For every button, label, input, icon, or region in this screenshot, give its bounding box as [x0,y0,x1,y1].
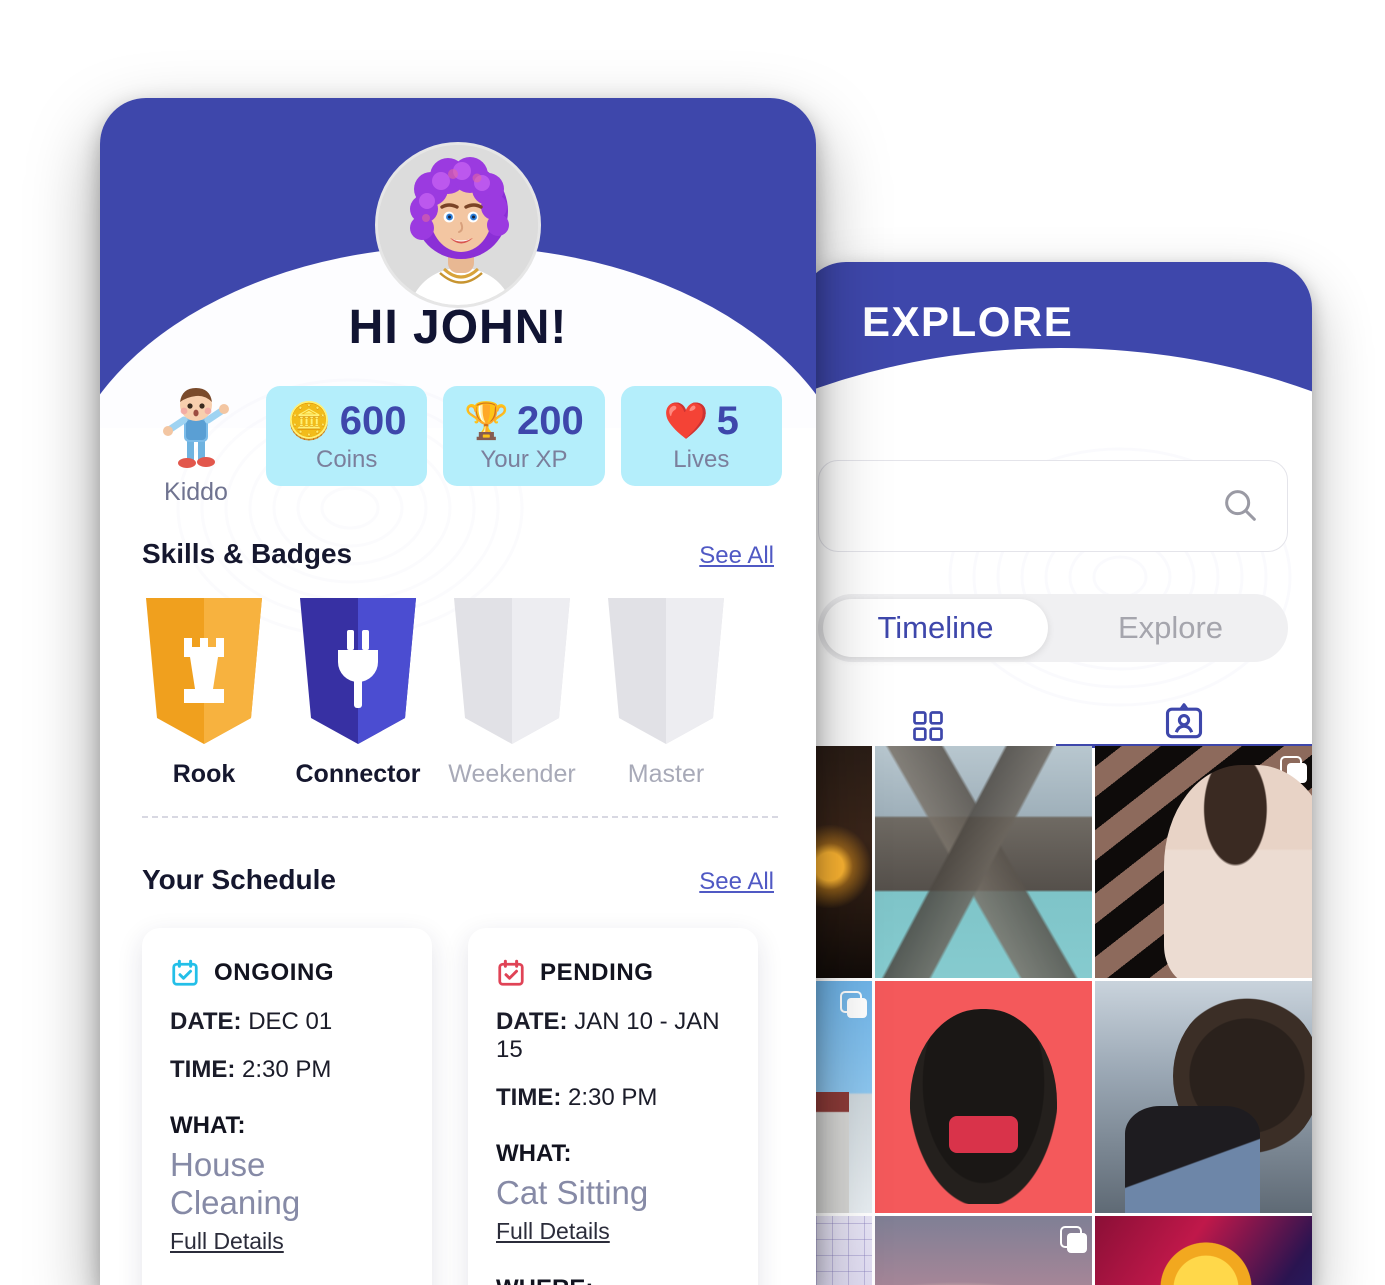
xp-label: Your XP [480,445,568,473]
calendar-check-icon [172,959,198,986]
tab-grid[interactable] [800,682,1056,748]
badge-connector[interactable]: Connector [295,598,421,789]
page-title: HI JOHN! [348,301,568,354]
date-label: DATE: [170,1008,242,1035]
what-label: WHAT: [170,1112,246,1139]
search-icon[interactable] [1221,486,1261,526]
time-label: TIME: [496,1084,562,1111]
status-row: ONGOING [170,958,404,988]
heart-icon: ❤️ [663,400,709,441]
grid-icon[interactable] [910,708,946,744]
multi-photo-icon [1280,756,1307,783]
kiddo-icon [163,388,229,468]
id-card-person-icon[interactable] [1162,700,1206,744]
photo-grid[interactable] [800,746,1312,1285]
schedule-title: Your Schedule [142,864,336,895]
photo-tile[interactable] [875,981,1092,1213]
schedule-cards: ONGOING DATE: DEC 01 TIME: 2:30 PM WHAT:… [142,928,792,1285]
time-value: 2:30 PM [242,1056,332,1083]
badge-shape [142,598,266,744]
avatar[interactable] [375,142,541,308]
time-row: TIME: 2:30 PM [496,1084,730,1112]
coins-label: Coins [315,445,378,473]
badge-master[interactable]: Master [604,598,728,789]
stat-card-xp[interactable]: 🏆 200 Your XP [443,386,605,486]
avatar-illustration [378,145,538,305]
full-details-link[interactable]: Full Details [496,1218,730,1245]
what-label: WHAT: [496,1140,572,1167]
status-badge: ONGOING [214,959,335,986]
xp-value: 200 [517,398,584,443]
stat-card-lives[interactable]: ❤️ 5 Lives [620,386,782,486]
lives-label: Lives [673,445,730,473]
badge-rook[interactable]: Rook [142,598,266,789]
kiddo-avatar[interactable]: Kiddo [142,386,250,507]
profile-phone: HI JOHN! Kiddo 🪙 600 Coins 🏆 200 Your XP… [100,98,816,1285]
screenshot-stage: EXPLORE Timeline Explore HI JOHN! Kiddo … [0,0,1385,1285]
badge-weekender[interactable]: Weekender [448,598,576,789]
coins-value: 600 [339,398,407,443]
photo-tile[interactable] [1095,746,1312,978]
lives-value: 5 [716,398,739,443]
time-row: TIME: 2:30 PM [170,1056,404,1084]
badges-list: Rook Connector Weekender Master [142,598,782,789]
explore-header: EXPLORE [800,262,1312,487]
schedule-card-pending[interactable]: PENDING DATE: JAN 10 - JAN 15 TIME: 2:30… [468,928,758,1285]
date-row: DATE: JAN 10 - JAN 15 [496,1008,730,1064]
time-label: TIME: [170,1056,236,1083]
skills-see-all-link[interactable]: See All [699,542,774,570]
multi-photo-icon [1060,1226,1087,1253]
badge-label: Weekender [448,760,576,788]
photo-tile[interactable] [875,746,1092,978]
segment-timeline[interactable]: Timeline [823,599,1048,657]
section-divider [142,816,778,818]
time-value: 2:30 PM [568,1084,658,1111]
badge-shape [296,598,420,744]
search-field[interactable] [819,461,1287,551]
explore-title: EXPLORE [862,298,1074,345]
explore-phone: EXPLORE Timeline Explore [800,262,1312,1285]
multi-photo-icon [840,991,867,1018]
photo-tile[interactable] [1095,981,1312,1213]
badge-label: Master [627,760,705,788]
date-row: DATE: DEC 01 [170,1008,404,1036]
badge-label: Connector [295,760,421,788]
schedule-see-all-link[interactable]: See All [699,868,774,896]
segmented-control[interactable]: Timeline Explore [818,594,1288,662]
skills-title: Skills & Badges [142,538,353,569]
schedule-section-header: Your Schedule See All [142,864,774,896]
badge-shape [450,598,574,744]
search-input[interactable] [818,460,1288,552]
what-value: Cat Sitting [496,1174,649,1211]
calendar-check-icon [498,959,524,986]
badge-label: Rook [172,760,236,788]
tab-profile-card[interactable] [1056,682,1312,748]
what-value: House Cleaning [170,1146,301,1221]
photo-tile[interactable] [1095,1216,1312,1285]
status-badge: PENDING [540,959,654,986]
photo-tile[interactable] [875,1216,1092,1285]
stats-row: Kiddo 🪙 600 Coins 🏆 200 Your XP ❤️ 5 Liv… [142,386,782,507]
badge-shape [604,598,728,744]
date-value: DEC 01 [248,1008,333,1035]
skills-section-header: Skills & Badges See All [142,538,774,570]
full-details-link[interactable]: Full Details [170,1228,404,1255]
kiddo-label: Kiddo [164,478,228,506]
explore-tabbar[interactable] [800,682,1312,748]
schedule-card-ongoing[interactable]: ONGOING DATE: DEC 01 TIME: 2:30 PM WHAT:… [142,928,432,1285]
trophy-icon: 🏆 [464,400,510,441]
coin-icon: 🪙 [286,400,332,441]
stat-card-coins[interactable]: 🪙 600 Coins [266,386,428,486]
status-row: PENDING [496,958,730,988]
where-label: WHERE: [496,1275,730,1285]
date-label: DATE: [496,1008,568,1035]
segment-explore[interactable]: Explore [1058,599,1283,657]
